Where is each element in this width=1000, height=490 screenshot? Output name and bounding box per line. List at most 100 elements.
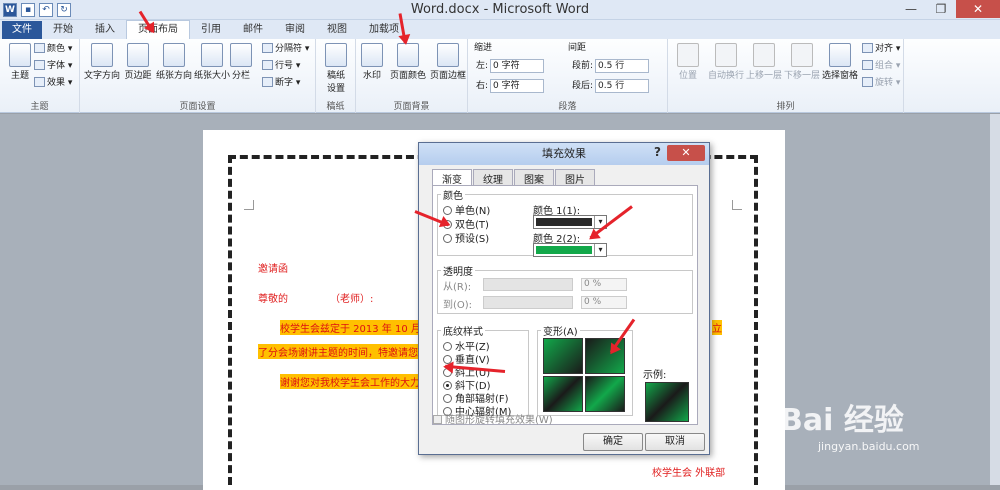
margins-button[interactable]: 页边距	[118, 41, 158, 81]
gradient-panel: 颜色 单色(N) 双色(T) 预设(S) 颜色 1(1): ▾ 颜色 2(2):…	[432, 185, 698, 425]
from-input[interactable]: 0 %	[581, 278, 627, 291]
page-color-button[interactable]: 页面颜色	[388, 41, 428, 81]
page-border-left	[228, 155, 232, 485]
color2-dropdown[interactable]: ▾	[533, 243, 607, 257]
spacing-after-spinner[interactable]: 段后: 0.5 行	[572, 79, 650, 94]
draft-icon	[325, 43, 347, 67]
ribbon: 主题 颜色 ▾ 字体 ▾ 效果 ▾ 主题 文字方向 页边距 纸张方向 纸张大小 …	[0, 39, 1000, 113]
doc-salutation[interactable]: 尊敬的	[258, 290, 288, 305]
effects-icon	[34, 77, 45, 87]
shading-legend: 底纹样式	[441, 323, 485, 338]
spacing-before-input[interactable]: 0.5 行	[595, 59, 650, 73]
group-label-page-background: 页面背景	[393, 102, 430, 112]
margins-icon	[127, 43, 149, 67]
selection-pane-icon	[829, 43, 851, 67]
columns-button[interactable]: 分栏	[226, 41, 256, 81]
from-slider[interactable]	[483, 278, 573, 291]
vertical-scrollbar[interactable]	[990, 114, 1000, 485]
group-objects-button[interactable]: 组合 ▾	[862, 59, 900, 74]
tab-file[interactable]: 文件	[2, 21, 42, 39]
group-icon	[862, 60, 873, 70]
window-title: Word.docx - Microsoft Word	[410, 2, 590, 17]
tab-references[interactable]: 引用	[190, 21, 232, 39]
theme-effects-button[interactable]: 效果 ▾	[34, 76, 72, 91]
line-numbers-button[interactable]: 行号 ▾	[262, 59, 300, 74]
orientation-button[interactable]: 纸张方向	[154, 41, 194, 81]
bring-forward-icon	[753, 43, 775, 67]
tab-home[interactable]: 开始	[42, 21, 84, 39]
spacing-after-input[interactable]: 0.5 行	[595, 79, 650, 93]
line-numbers-icon	[262, 60, 273, 70]
ok-button[interactable]: 确定	[583, 433, 643, 451]
breaks-button[interactable]: 分隔符 ▾	[262, 42, 309, 57]
baidu-watermark: Bai 经验	[780, 403, 904, 438]
margin-mark-right	[732, 200, 742, 210]
theme-colors-button[interactable]: 颜色 ▾	[34, 42, 72, 57]
color1-swatch	[536, 218, 592, 226]
doc-paragraph-3[interactable]: 谢谢您对我校学生会工作的大力	[280, 374, 420, 389]
tab-insert[interactable]: 插入	[84, 21, 126, 39]
radio-one-color[interactable]: 单色(N)	[443, 202, 490, 217]
close-window-button[interactable]: ✕	[956, 0, 1000, 18]
dialog-close-button[interactable]: ✕	[667, 145, 705, 161]
wrap-text-button[interactable]: 自动换行	[706, 41, 746, 81]
page-borders-button[interactable]: 页面边框	[428, 41, 468, 81]
watermark-button[interactable]: 水印	[356, 41, 388, 81]
group-page-background: 水印 页面颜色 页面边框 页面背景	[356, 39, 468, 113]
send-backward-button[interactable]: 下移一层	[782, 41, 822, 81]
color1-dropdown[interactable]: ▾	[533, 215, 607, 229]
to-slider[interactable]	[483, 296, 573, 309]
restore-button[interactable]: ❐	[926, 0, 956, 18]
doc-paragraph-2[interactable]: 了分会场谢讲主题的时间，特邀请您	[258, 344, 418, 359]
group-label-page-setup: 页面设置	[179, 102, 216, 112]
variant-4[interactable]	[585, 376, 625, 412]
rotate-button[interactable]: 旋转 ▾	[862, 76, 900, 91]
selection-pane-button[interactable]: 选择窗格	[820, 41, 860, 81]
doc-paragraph-1-tail[interactable]: 立	[712, 320, 722, 335]
shading-horizontal-circle	[443, 342, 452, 351]
tab-review[interactable]: 审阅	[274, 21, 316, 39]
doc-signature[interactable]: 校学生会 外联部	[652, 464, 725, 479]
indent-left-spinner[interactable]: 左: 0 字符	[476, 59, 545, 74]
variants-legend: 变形(A)	[541, 323, 580, 338]
spacing-heading: 间距	[568, 43, 587, 53]
tab-mailings[interactable]: 邮件	[232, 21, 274, 39]
indent-left-input[interactable]: 0 字符	[490, 59, 545, 73]
theme-fonts-button[interactable]: 字体 ▾	[34, 59, 72, 74]
rotate-with-shape-checkbox[interactable]: 随图形旋转填充效果(W)	[433, 411, 553, 426]
position-button[interactable]: 位置	[670, 41, 706, 81]
tab-view[interactable]: 视图	[316, 21, 358, 39]
bring-forward-button[interactable]: 上移一层	[744, 41, 784, 81]
group-page-setup: 文字方向 页边距 纸张方向 纸张大小 分栏 分隔符 ▾ 行号 ▾ 断字 ▾ 页面…	[80, 39, 316, 113]
page-color-icon	[397, 43, 419, 67]
doc-paragraph-1[interactable]: 校学生会兹定于 2013 年 10 月	[280, 320, 421, 335]
spacing-before-spinner[interactable]: 段前: 0.5 行	[572, 59, 650, 74]
title-bar: W ▪ ↶ ↻ Word.docx - Microsoft Word — ❐ ✕	[0, 0, 1000, 20]
indent-right-spinner[interactable]: 右: 0 字符	[476, 79, 545, 94]
checkbox-box	[433, 415, 442, 424]
draft-settings-button[interactable]: 稿纸 设置	[316, 41, 356, 94]
text-direction-button[interactable]: 文字方向	[82, 41, 122, 81]
variant-3[interactable]	[543, 376, 583, 412]
group-label-arrange: 排列	[776, 102, 795, 112]
hyphenation-button[interactable]: 断字 ▾	[262, 76, 300, 91]
chevron-down-icon: ▾	[594, 244, 606, 256]
to-input[interactable]: 0 %	[581, 296, 627, 309]
radio-preset[interactable]: 预设(S)	[443, 230, 489, 245]
indent-right-input[interactable]: 0 字符	[490, 79, 545, 93]
margin-mark-left	[244, 200, 254, 210]
colors-legend: 颜色	[441, 187, 465, 202]
help-icon[interactable]: ?	[654, 145, 661, 159]
minimize-button[interactable]: —	[896, 0, 926, 18]
variant-1[interactable]	[543, 338, 583, 374]
doc-heading[interactable]: 邀请函	[258, 260, 288, 275]
fonts-icon	[34, 60, 45, 70]
cancel-button[interactable]: 取消	[645, 433, 705, 451]
colors-icon	[34, 43, 45, 53]
sample-preview	[645, 382, 689, 422]
doc-salutation-title[interactable]: （老师）:	[330, 290, 373, 305]
group-label-paragraph: 段落	[558, 102, 577, 112]
align-button[interactable]: 对齐 ▾	[862, 42, 900, 57]
dialog-title: 填充效果	[419, 143, 709, 165]
shading-from-corner-circle	[443, 394, 452, 403]
